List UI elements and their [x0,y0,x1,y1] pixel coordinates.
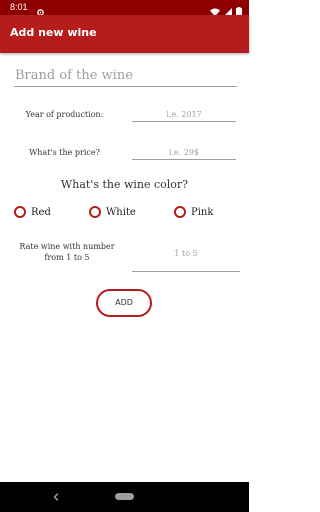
color-option-label: White [106,207,136,218]
rate-input[interactable]: 1 to 5 [132,246,240,272]
year-label: Year of production: [25,110,104,119]
add-button[interactable]: ADD [96,289,152,317]
status-bar: 8:01 [0,0,249,17]
home-pill-icon[interactable] [115,493,134,500]
status-time: 8:01 [10,2,28,12]
price-label: What's the price? [29,148,100,157]
back-icon[interactable] [50,489,62,503]
page-title: Add new wine [10,26,97,39]
radio-circle-icon[interactable] [174,206,186,218]
year-placeholder: i.e. 2017 [166,110,202,119]
color-option-label: Pink [191,207,214,218]
brand-input[interactable]: Brand of the wine [14,66,237,87]
color-heading: What's the wine color? [60,178,189,191]
radio-circle-icon[interactable] [89,206,101,218]
app-bar: Add new wine [0,15,249,53]
rate-label: Rate wine with number from 1 to 5 [19,242,115,262]
price-placeholder: i.e. 29$ [168,148,200,157]
color-option-label: Red [31,207,51,218]
year-input[interactable]: i.e. 2017 [132,107,236,122]
radio-circle-icon[interactable] [14,206,26,218]
brand-placeholder: Brand of the wine [15,68,133,83]
navigation-bar [0,482,249,512]
price-input[interactable]: i.e. 29$ [132,145,236,160]
rate-placeholder: 1 to 5 [174,249,198,258]
